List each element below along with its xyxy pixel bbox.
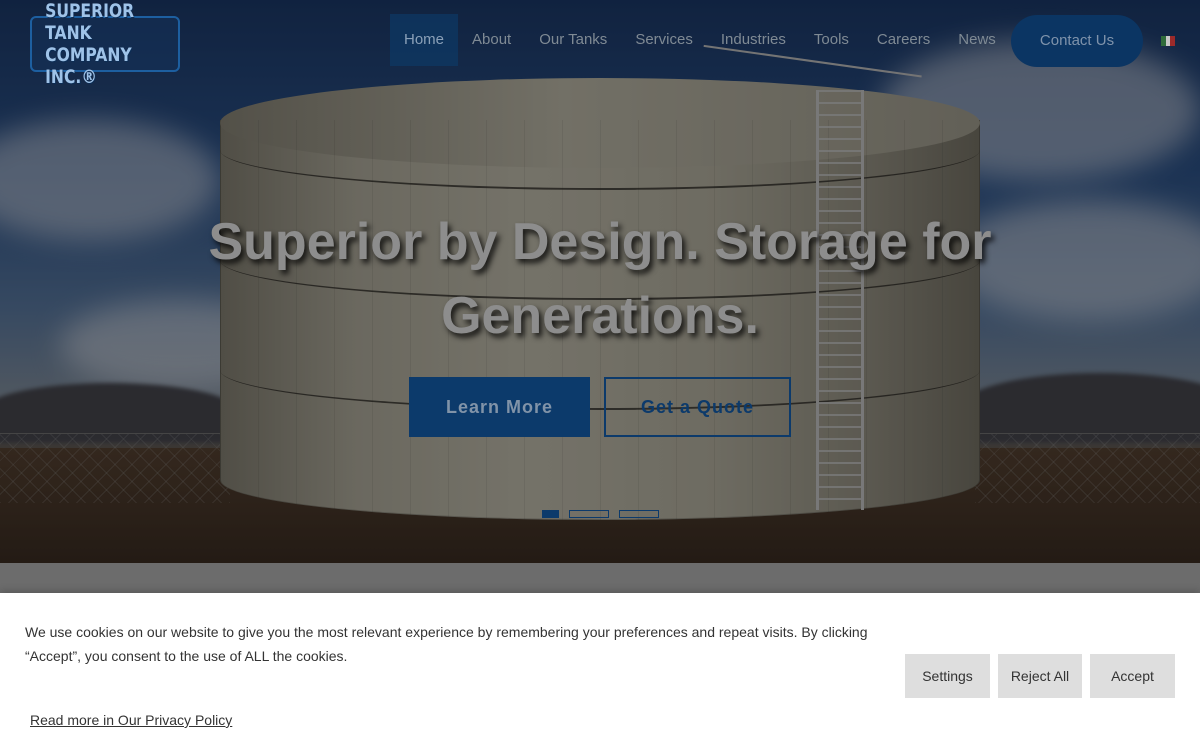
- privacy-policy-link[interactable]: Read more in Our Privacy Policy: [30, 712, 232, 728]
- get-a-quote-button[interactable]: Get a Quote: [604, 377, 791, 437]
- cookie-settings-button[interactable]: Settings: [905, 654, 990, 698]
- reject-all-button[interactable]: Reject All: [998, 654, 1082, 698]
- nav-item-tools[interactable]: Tools: [800, 14, 863, 66]
- nav-item-our-tanks[interactable]: Our Tanks: [525, 14, 621, 66]
- cookie-message: We use cookies on our website to give yo…: [25, 620, 895, 668]
- accept-button[interactable]: Accept: [1090, 654, 1175, 698]
- cookie-message-line-1: We use cookies on our website to give yo…: [25, 624, 868, 640]
- learn-more-button[interactable]: Learn More: [409, 377, 590, 437]
- headline-line-1: Superior by Design. Storage for: [208, 213, 992, 271]
- slide-dot-3[interactable]: [619, 510, 659, 518]
- company-logo[interactable]: SUPERIOR TANK COMPANY INC.®: [30, 0, 180, 88]
- headline-line-2: Generations.: [441, 287, 759, 345]
- slide-dot-1[interactable]: [542, 510, 559, 518]
- flag-stripe-red: [1170, 36, 1176, 46]
- logo-line-2: COMPANY INC.®: [45, 44, 132, 88]
- nav-item-about[interactable]: About: [458, 14, 525, 66]
- cookie-consent-banner: We use cookies on our website to give yo…: [0, 593, 1200, 750]
- nav-item-industries[interactable]: Industries: [707, 14, 800, 66]
- nav-item-news[interactable]: News: [944, 14, 1010, 66]
- nav-item-services[interactable]: Services: [621, 14, 707, 66]
- main-nav: Home About Our Tanks Services Industries…: [390, 14, 1010, 66]
- nav-item-careers[interactable]: Careers: [863, 14, 944, 66]
- hero-headline: Superior by Design. Storage for Generati…: [150, 205, 1050, 353]
- slide-dot-2[interactable]: [569, 510, 609, 518]
- logo-line-1: SUPERIOR TANK: [45, 0, 135, 44]
- nav-item-home[interactable]: Home: [390, 14, 459, 66]
- contact-us-button[interactable]: Contact Us: [1011, 15, 1143, 67]
- mexico-flag-icon[interactable]: [1161, 36, 1176, 46]
- slider-pagination: [542, 510, 659, 518]
- cookie-message-line-2: “Accept”, you consent to the use of ALL …: [25, 648, 348, 664]
